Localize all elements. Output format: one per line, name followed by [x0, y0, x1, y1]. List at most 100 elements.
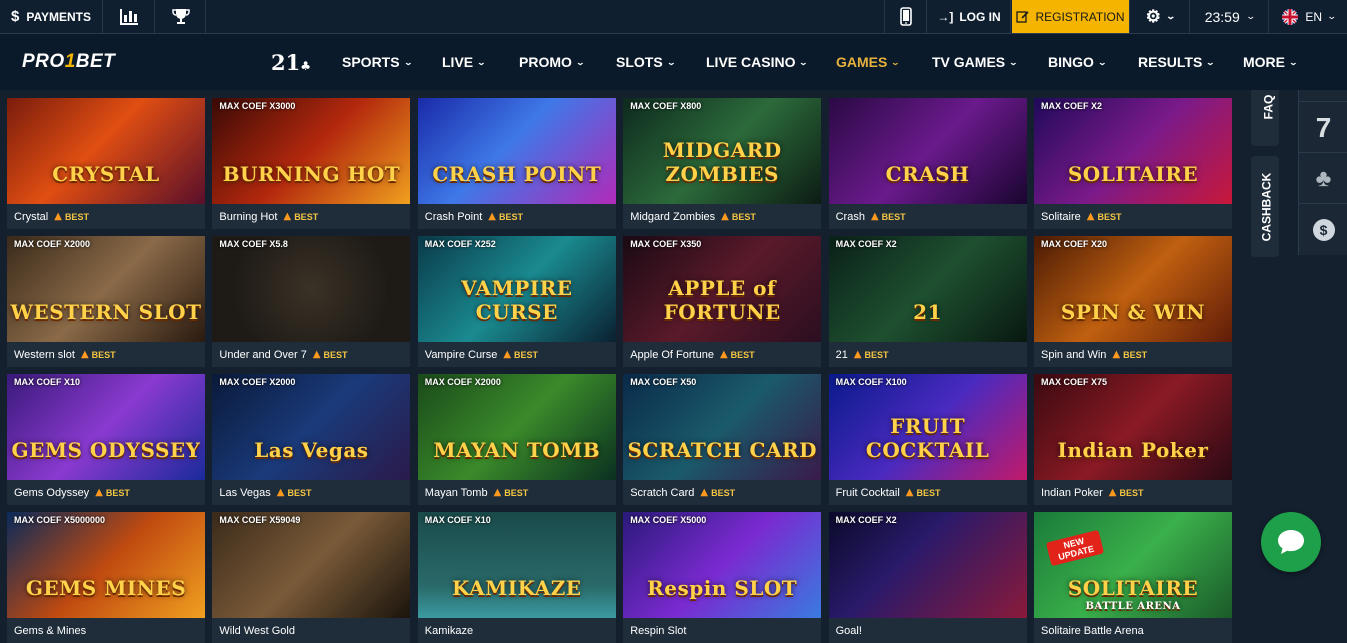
quick-link-seven[interactable]: 7 [1299, 103, 1347, 153]
fire-icon: ▲ [853, 349, 862, 360]
game-art-title: Las Vegas [254, 438, 369, 462]
faq-label: FAQ [1261, 94, 1276, 120]
best-tag: ▲ BEST [1112, 349, 1147, 360]
nav-bingo[interactable]: BINGO ⌄ [1048, 54, 1107, 70]
best-label: BEST [881, 211, 906, 222]
payments-button[interactable]: $ PAYMENTS [0, 0, 103, 33]
game-name: Vampire Curse [424, 348, 498, 361]
best-label: BEST [731, 211, 756, 222]
game-card[interactable]: FRUIT COCKTAIL MAX COEF X100 Fruit Cocktai… [828, 374, 1027, 505]
nav-live-casino[interactable]: LIVE CASINO ⌄ [706, 54, 809, 70]
game-card[interactable]: CRASH POINT Crash Point ▲ BEST [417, 98, 616, 229]
game-card[interactable]: CRYSTAL Crystal ▲ BEST [7, 98, 205, 229]
game-card[interactable]: MAX COEF X2 Goal! [828, 512, 1027, 643]
game-name: Crash [835, 210, 865, 223]
chevron-down-icon: ⌄ [1326, 11, 1338, 21]
game-art-title: FRUIT COCKTAIL [865, 414, 990, 462]
chevron-down-icon: ⌄ [1245, 11, 1256, 21]
logo-21-link[interactable]: 21♣ [271, 50, 311, 75]
faq-tab[interactable]: FAQ [1251, 90, 1279, 146]
game-name: Apple Of Fortune [630, 348, 714, 361]
game-card[interactable]: GEMS ODYSSEY MAX COEF X10 Gems Odyssey ▲ BES… [7, 374, 205, 505]
fire-icon: ▲ [276, 487, 285, 498]
game-name: 21 [835, 348, 848, 361]
game-card-footer: Fruit Cocktail ▲ BEST [828, 480, 1027, 505]
game-art-title: VAMPIRE CURSE [461, 276, 573, 324]
game-thumbnail: Las Vegas MAX COEF X2000 [212, 374, 411, 480]
game-card[interactable]: SPIN & WIN MAX COEF X20 Spin and Win ▲ BEST [1034, 236, 1232, 367]
game-name: Crash Point [424, 210, 483, 223]
game-card-footer: Gems Odyssey ▲ BEST [7, 480, 205, 505]
game-card[interactable]: GEMS MINES MAX COEF X5000000 Gems & Mines [7, 512, 205, 643]
game-card[interactable]: SOLITAIRE BATTLE ARENA NEW UPDATE Solitaire… [1034, 512, 1232, 643]
site-logo[interactable]: PRO1BET [22, 51, 115, 73]
nav-sports[interactable]: SPORTS ⌄ [342, 54, 413, 70]
language-label: EN [1305, 9, 1323, 24]
game-card-footer: Crash Point ▲ BEST [417, 204, 616, 229]
game-card[interactable]: MAX COEF X59049 Wild West Gold [212, 512, 411, 643]
best-tag: ▲ BEST [503, 349, 538, 360]
game-card[interactable]: CRASH Crash ▲ BEST [828, 98, 1027, 229]
best-label: BEST [323, 349, 348, 360]
best-label: BEST [1119, 487, 1144, 498]
game-card[interactable]: MAYAN TOMB MAX COEF X2000 Mayan Tomb ▲ BEST [417, 374, 616, 505]
clock-time: 23:59 [1204, 8, 1240, 25]
game-card[interactable]: MAX COEF X5.8 Under and Over 7 ▲ BEST [212, 236, 411, 367]
game-card[interactable]: Indian Poker MAX COEF X75 Indian Poker ▲ BES… [1034, 374, 1232, 505]
nav-games[interactable]: GAMES ⌄ [836, 54, 900, 70]
max-coef-badge: MAX COEF X2000 [219, 377, 296, 387]
game-card-footer: Wild West Gold [212, 618, 411, 643]
quick-link-payments[interactable]: $ [1299, 205, 1347, 255]
max-coef-badge: MAX COEF X252 [424, 239, 496, 249]
dollar-circle-icon: $ [1312, 219, 1335, 241]
statistics-button[interactable] [104, 0, 155, 33]
max-coef-badge: MAX COEF X5.8 [219, 239, 288, 249]
game-card[interactable]: MIDGARD ZOMBIES MAX COEF X800 Midgard Zomb… [623, 98, 822, 229]
mobile-app-button[interactable] [884, 0, 927, 33]
settings-dropdown[interactable]: ⚙ ⌄ [1131, 0, 1190, 33]
chat-button[interactable] [1261, 512, 1321, 572]
registration-label: REGISTRATION [1035, 9, 1125, 24]
nav-more[interactable]: MORE ⌄ [1243, 54, 1298, 70]
max-coef-badge: MAX COEF X5000000 [14, 515, 106, 525]
game-card[interactable]: 21 MAX COEF X2 21 ▲ BEST [828, 236, 1027, 367]
game-card[interactable]: APPLE of FORTUNE MAX COEF X350 Apple Of Fo… [623, 236, 822, 367]
trophy-button[interactable] [156, 0, 206, 33]
game-name: Spin and Win [1041, 348, 1107, 361]
game-name: Respin Slot [630, 624, 687, 637]
game-card[interactable]: Las Vegas MAX COEF X2000 Las Vegas ▲ BEST [212, 374, 411, 505]
game-card[interactable]: KAMIKAZE MAX COEF X10 Kamikaze [417, 512, 616, 643]
login-label: LOG IN [959, 9, 1001, 24]
game-card[interactable]: VAMPIRE CURSE MAX COEF X252 Vampire Curse ▲… [417, 236, 616, 367]
game-card[interactable]: BURNING HOT MAX COEF X3000 Burning Hot ▲ BES… [212, 98, 411, 229]
game-card[interactable]: SOLITAIRE MAX COEF X2 Solitaire ▲ BEST [1034, 98, 1232, 229]
best-label: BEST [105, 487, 130, 498]
game-art-title: 21 [913, 300, 943, 324]
nav-live[interactable]: LIVE ⌄ [442, 54, 486, 70]
quick-link-poker[interactable]: ♣ [1299, 154, 1347, 204]
language-dropdown[interactable]: EN ⌄ [1270, 0, 1347, 33]
game-card-footer: Scratch Card ▲ BEST [623, 480, 822, 505]
best-tag: ▲ BEST [906, 487, 941, 498]
max-coef-badge: MAX COEF X10 [424, 515, 491, 525]
best-tag: ▲ BEST [54, 211, 89, 222]
game-card-footer: Crystal ▲ BEST [7, 204, 205, 229]
login-button[interactable]: →] LOG IN [928, 0, 1011, 33]
registration-button[interactable]: REGISTRATION [1012, 0, 1130, 33]
nav-tv-games[interactable]: TV GAMES ⌄ [932, 54, 1018, 70]
game-card[interactable]: Respin SLOT MAX COEF X5000 Respin Slot [623, 512, 822, 643]
game-card[interactable]: SCRATCH CARD MAX COEF X50 Scratch Card ▲ BES… [623, 374, 822, 505]
max-coef-badge: MAX COEF X2 [1041, 101, 1103, 111]
game-card[interactable]: WESTERN SLOT MAX COEF X2000 Western slot ▲ B… [7, 236, 205, 367]
game-name: Midgard Zombies [630, 210, 716, 223]
best-label: BEST [91, 349, 116, 360]
nav-promo[interactable]: PROMO ⌄ [519, 54, 585, 70]
cashback-tab[interactable]: CASHBACK [1251, 156, 1279, 257]
clock-dropdown[interactable]: 23:59 ⌄ [1191, 0, 1269, 33]
game-card-footer: Spin and Win ▲ BEST [1034, 342, 1232, 367]
nav-slots[interactable]: SLOTS ⌄ [616, 54, 676, 70]
best-label: BEST [294, 211, 319, 222]
nav-results[interactable]: RESULTS ⌄ [1138, 54, 1215, 70]
game-art-title: GEMS ODYSSEY [11, 438, 201, 462]
game-thumbnail: VAMPIRE CURSE MAX COEF X252 [417, 236, 616, 342]
